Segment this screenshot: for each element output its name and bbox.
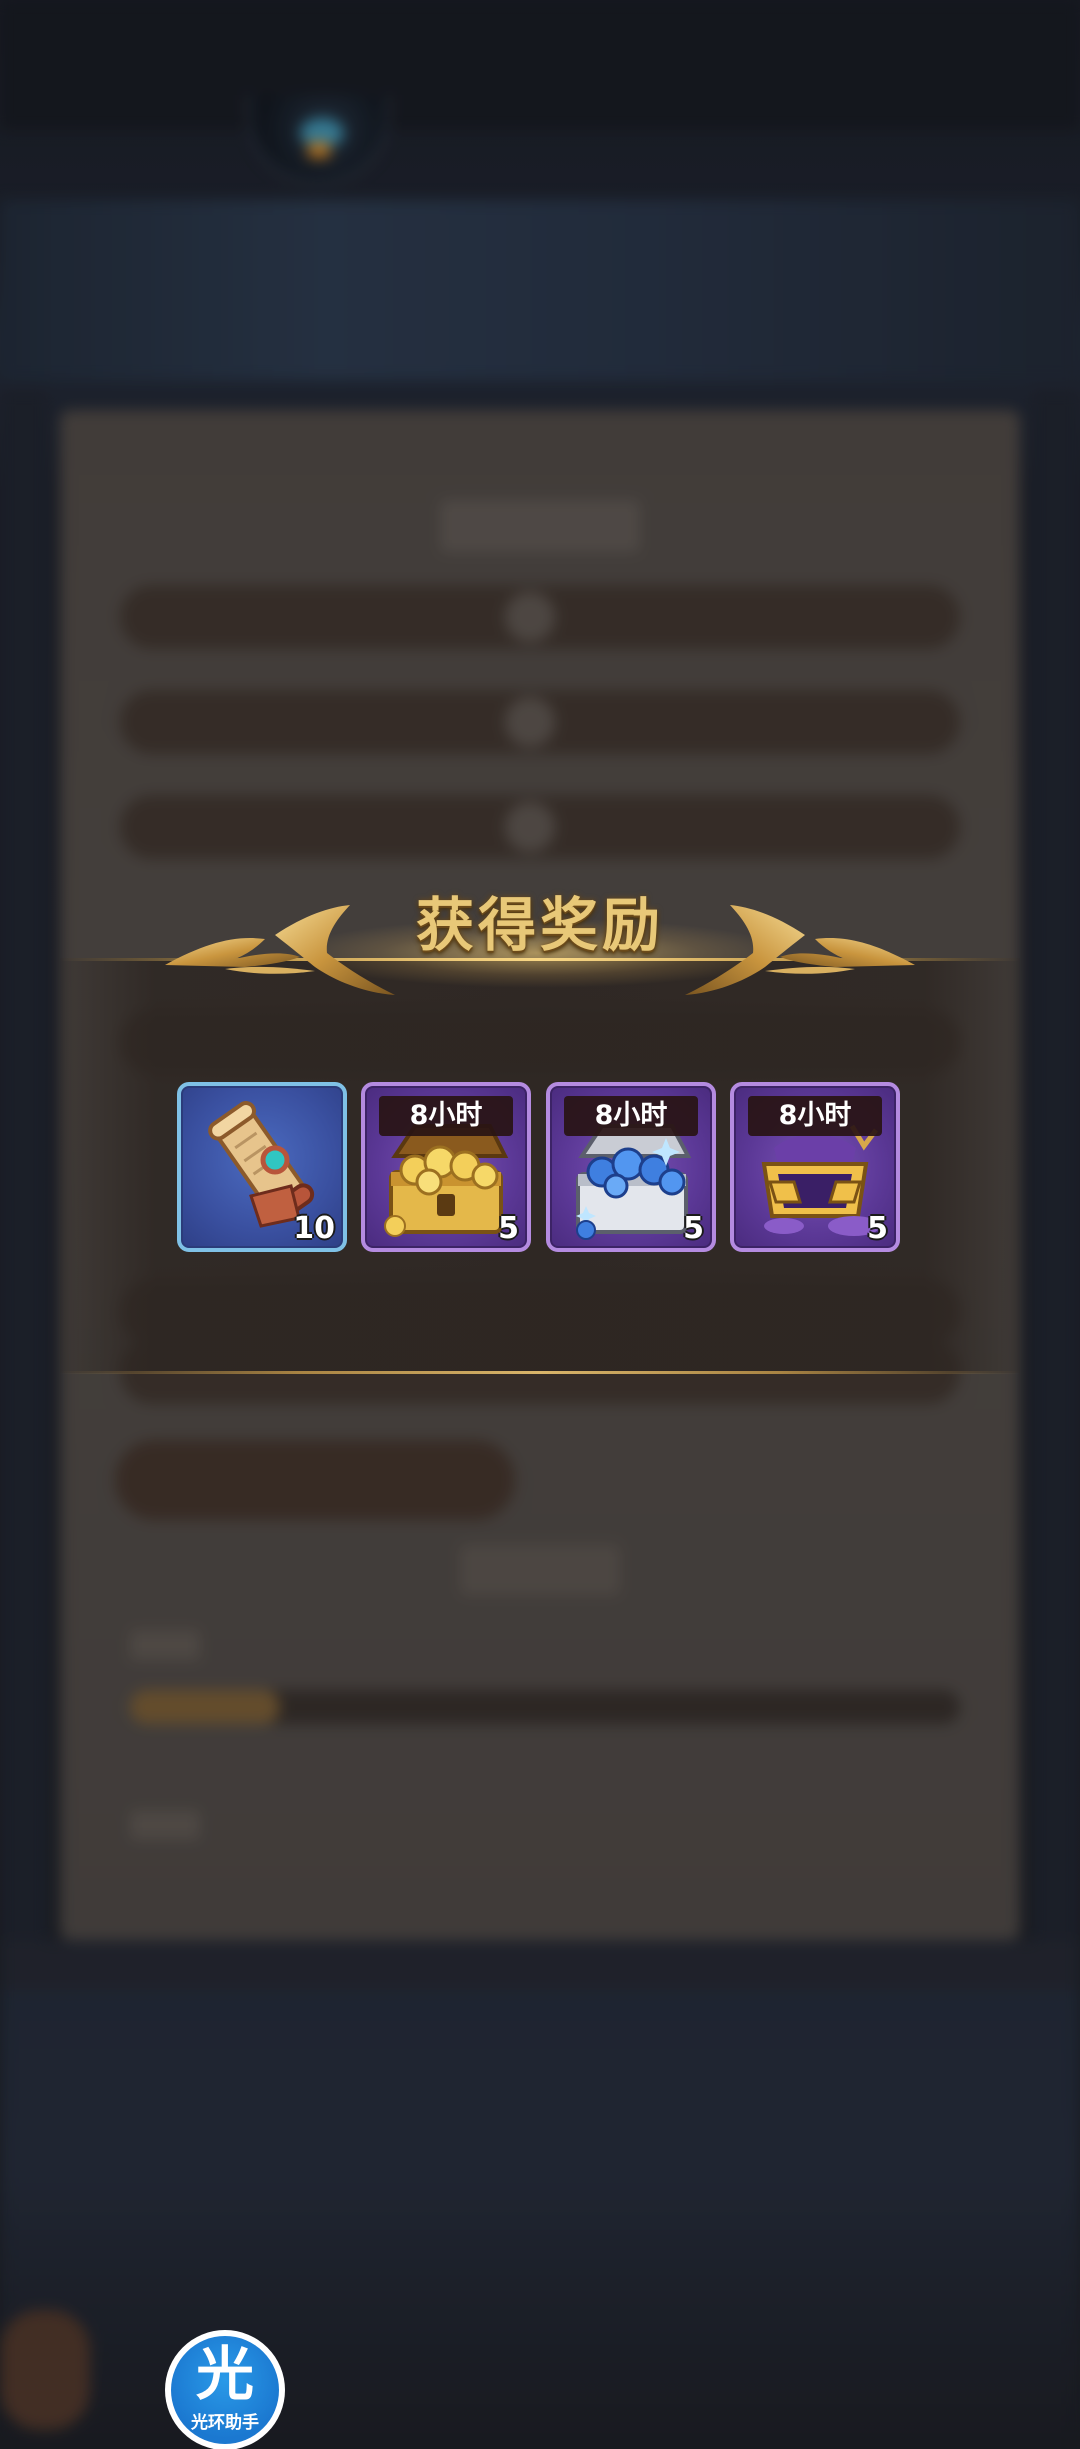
assistant-glyph: 光: [195, 2340, 254, 2408]
reward-duration-label: 8小时: [379, 1096, 513, 1136]
reward-item-scroll[interactable]: 10: [177, 1082, 347, 1252]
reward-duration-label: 8小时: [748, 1096, 882, 1136]
banner-bottom-divider: [60, 1371, 1020, 1374]
game-screen: 获得奖励 10 8小时 5 8小时 5 8小时 5 光 光环助手: [0, 0, 1080, 2449]
guanghuan-assistant-icon: 光 光环助手: [171, 2336, 279, 2444]
reward-count: 5: [683, 1211, 704, 1246]
reward-count: 5: [867, 1211, 888, 1246]
reward-item-gold-chest[interactable]: 8小时 5: [361, 1082, 531, 1252]
reward-item-dust-chest[interactable]: 8小时 5: [730, 1082, 900, 1252]
reward-count: 5: [498, 1211, 519, 1246]
reward-duration-label: 8小时: [564, 1096, 698, 1136]
reward-title: 获得奖励: [415, 891, 664, 959]
reward-item-blue-orb-chest[interactable]: 8小时 5: [546, 1082, 716, 1252]
reward-count: 10: [293, 1211, 335, 1246]
assistant-label: 光环助手: [191, 2413, 259, 2433]
assistant-float-button[interactable]: 光 光环助手: [165, 2330, 285, 2449]
